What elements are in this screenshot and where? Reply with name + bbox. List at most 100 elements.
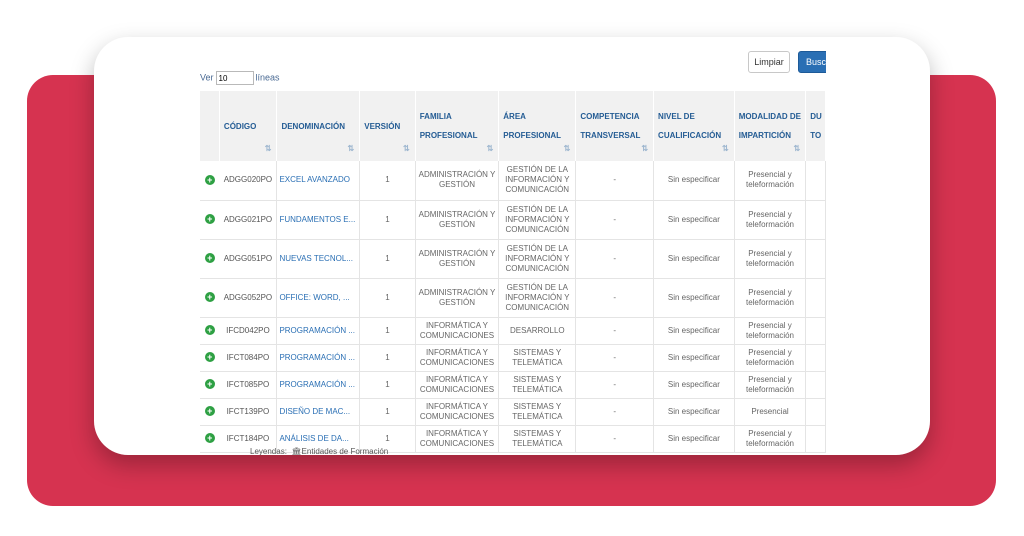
cell-nivel: Sin especificar bbox=[653, 317, 735, 345]
cell-nivel: Sin especificar bbox=[653, 278, 735, 318]
table-row: + IFCT085PO PROGRAMACIÓN ... 1 INFORMÁTICA Y… bbox=[200, 371, 826, 399]
cell-version: 1 bbox=[359, 344, 416, 372]
cell-competencia: - bbox=[575, 200, 655, 240]
cell-denominacion[interactable]: PROGRAMACIÓN ... bbox=[276, 344, 361, 372]
expand-icon[interactable]: + bbox=[200, 344, 220, 372]
cell-version: 1 bbox=[359, 161, 416, 201]
header-duracion[interactable]: DU TO bbox=[805, 91, 826, 161]
expand-plus-icon[interactable]: + bbox=[204, 325, 215, 335]
expand-plus-icon[interactable]: + bbox=[204, 214, 215, 224]
table-row: + ADGG020PO EXCEL AVANZADO 1 ADMINISTRACIÓN … bbox=[200, 161, 826, 201]
cell-codigo: IFCD042PO bbox=[219, 317, 278, 345]
expand-icon[interactable]: + bbox=[200, 161, 220, 201]
sort-icon[interactable]: ⇅ bbox=[487, 145, 494, 153]
cell-modalidad: Presencial y teleformación bbox=[734, 317, 807, 345]
header-nivel[interactable]: NIVEL DE CUALIFICACIÓN ⇅ bbox=[653, 91, 735, 161]
expand-icon[interactable]: + bbox=[200, 239, 220, 279]
sort-icon[interactable]: ⇅ bbox=[641, 145, 648, 153]
sort-icon[interactable]: ⇅ bbox=[722, 145, 729, 153]
page-size-control: Ver líneas bbox=[200, 71, 280, 85]
cell-area: GESTIÓN DE LA INFORMACIÓN Y COMUNICACIÓN bbox=[498, 278, 577, 318]
expand-icon[interactable]: + bbox=[200, 317, 220, 345]
cell-nivel: Sin especificar bbox=[653, 344, 735, 372]
cell-nivel: Sin especificar bbox=[653, 200, 735, 240]
search-results-panel: Limpiar Buscar Ver líneas CÓDIGO⇅ DENOMIN… bbox=[200, 37, 826, 455]
cell-modalidad: Presencial y teleformación bbox=[734, 200, 807, 240]
expand-plus-icon[interactable]: + bbox=[204, 433, 215, 443]
expand-plus-icon[interactable]: + bbox=[204, 352, 215, 362]
expand-icon[interactable]: + bbox=[200, 200, 220, 240]
cell-nivel: Sin especificar bbox=[653, 161, 735, 201]
cell-codigo: IFCT084PO bbox=[219, 344, 278, 372]
header-competencia[interactable]: COMPETENCIA TRANSVERSAL ⇅ bbox=[575, 91, 655, 161]
cell-codigo: ADGG020PO bbox=[219, 161, 278, 201]
cell-familia: ADMINISTRACIÓN Y GESTIÓN bbox=[415, 239, 500, 279]
table-row: + IFCT139PO DISEÑO DE MAC... 1 INFORMÁTICA Y… bbox=[200, 398, 826, 426]
cell-duracion bbox=[805, 161, 826, 201]
expand-icon[interactable]: + bbox=[200, 425, 220, 453]
cell-codigo: ADGG051PO bbox=[219, 239, 278, 279]
sort-icon[interactable]: ⇅ bbox=[403, 145, 410, 153]
cell-version: 1 bbox=[359, 398, 416, 426]
expand-plus-icon[interactable]: + bbox=[204, 253, 215, 263]
sort-icon[interactable]: ⇅ bbox=[348, 145, 355, 153]
table-row: + IFCT084PO PROGRAMACIÓN ... 1 INFORMÁTICA Y… bbox=[200, 344, 826, 372]
expand-icon[interactable]: + bbox=[200, 371, 220, 399]
cell-version: 1 bbox=[359, 200, 416, 240]
cell-codigo: IFCT085PO bbox=[219, 371, 278, 399]
cell-area: SISTEMAS Y TELEMÁTICA bbox=[498, 344, 577, 372]
cell-nivel: Sin especificar bbox=[653, 239, 735, 279]
cell-duracion bbox=[805, 317, 826, 345]
cell-duracion bbox=[805, 398, 826, 426]
cell-competencia: - bbox=[575, 371, 655, 399]
cell-denominacion[interactable]: PROGRAMACIÓN ... bbox=[276, 317, 361, 345]
header-area[interactable]: ÁREA PROFESIONAL ⇅ bbox=[498, 91, 577, 161]
expand-icon[interactable]: + bbox=[200, 278, 220, 318]
search-button[interactable]: Buscar bbox=[798, 51, 826, 73]
expand-plus-icon[interactable]: + bbox=[204, 379, 215, 389]
header-codigo[interactable]: CÓDIGO ⇅ bbox=[219, 91, 278, 161]
cell-area: GESTIÓN DE LA INFORMACIÓN Y COMUNICACIÓN bbox=[498, 200, 577, 240]
cell-denominacion[interactable]: DISEÑO DE MAC... bbox=[276, 398, 361, 426]
cell-denominacion[interactable]: PROGRAMACIÓN ... bbox=[276, 371, 361, 399]
cell-duracion bbox=[805, 344, 826, 372]
sort-icon[interactable]: ⇅ bbox=[265, 145, 272, 153]
cell-denominacion[interactable]: OFFICE: WORD, ... bbox=[276, 278, 361, 318]
cell-version: 1 bbox=[359, 371, 416, 399]
cell-area: GESTIÓN DE LA INFORMACIÓN Y COMUNICACIÓN bbox=[498, 161, 577, 201]
results-table: CÓDIGO ⇅ DENOMINACIÓN ⇅ VERSIÓN ⇅ FAMILIA P… bbox=[200, 91, 826, 453]
expand-plus-icon[interactable]: + bbox=[204, 292, 215, 302]
expand-plus-icon[interactable]: + bbox=[204, 174, 215, 185]
cell-area: GESTIÓN DE LA INFORMACIÓN Y COMUNICACIÓN bbox=[498, 239, 577, 279]
table-row: + ADGG021PO FUNDAMENTOS E... 1 ADMINISTRACIÓ… bbox=[200, 200, 826, 240]
screenshot-card: Limpiar Buscar Ver líneas CÓDIGO⇅ DENOMIN… bbox=[94, 37, 930, 455]
sort-icon[interactable]: ⇅ bbox=[564, 145, 571, 153]
expand-icon[interactable]: + bbox=[200, 398, 220, 426]
clear-button[interactable]: Limpiar bbox=[748, 51, 790, 73]
cell-modalidad: Presencial bbox=[734, 398, 807, 426]
header-familia[interactable]: FAMILIA PROFESIONAL ⇅ bbox=[415, 91, 500, 161]
cell-familia: ADMINISTRACIÓN Y GESTIÓN bbox=[415, 200, 500, 240]
cell-version: 1 bbox=[359, 278, 416, 318]
cell-competencia: - bbox=[575, 161, 655, 201]
sort-icon[interactable]: ⇅ bbox=[794, 145, 801, 153]
cell-denominacion[interactable]: FUNDAMENTOS E... bbox=[276, 200, 361, 240]
cell-duracion bbox=[805, 200, 826, 240]
header-denominacion[interactable]: DENOMINACIÓN ⇅ bbox=[276, 91, 361, 161]
cell-denominacion[interactable]: NUEVAS TECNOL... bbox=[276, 239, 361, 279]
page-size-input[interactable] bbox=[215, 71, 254, 85]
cell-duracion bbox=[805, 371, 826, 399]
cell-competencia: - bbox=[575, 278, 655, 318]
cell-codigo: IFCT139PO bbox=[219, 398, 278, 426]
cell-familia: ADMINISTRACIÓN Y GESTIÓN bbox=[415, 278, 500, 318]
cell-duracion bbox=[805, 239, 826, 279]
cell-modalidad: Presencial y teleformación bbox=[734, 425, 807, 453]
page-size-suffix: líneas bbox=[255, 72, 280, 83]
cell-denominacion[interactable]: EXCEL AVANZADO bbox=[276, 161, 361, 201]
cell-area: SISTEMAS Y TELEMÁTICA bbox=[498, 371, 577, 399]
table-row: + IFCD042PO PROGRAMACIÓN ... 1 INFORMÁTICA Y… bbox=[200, 317, 826, 345]
header-modalidad[interactable]: MODALIDAD DE IMPARTICIÓN ⇅ bbox=[734, 91, 807, 161]
expand-plus-icon[interactable]: + bbox=[204, 406, 215, 416]
cell-modalidad: Presencial y teleformación bbox=[734, 371, 807, 399]
header-version[interactable]: VERSIÓN ⇅ bbox=[359, 91, 416, 161]
